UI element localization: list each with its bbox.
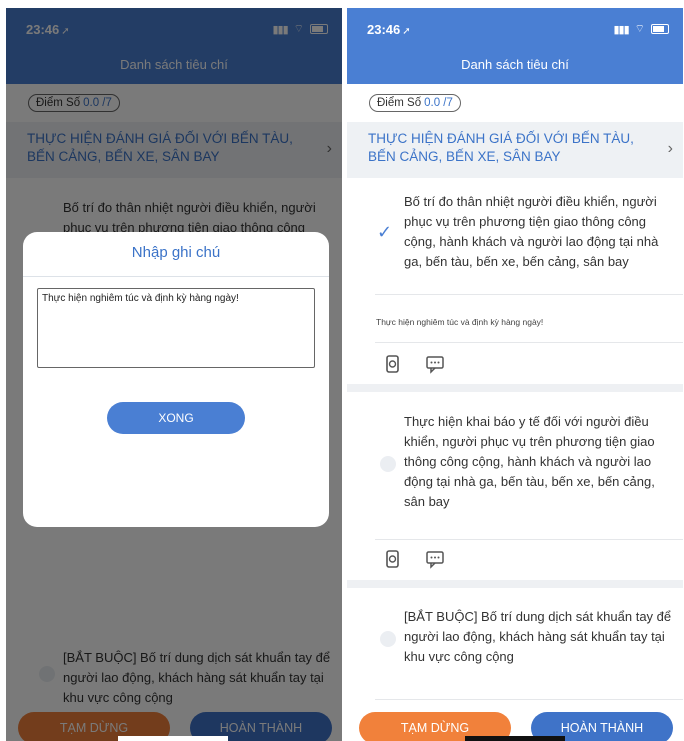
criteria-text: Thực hiện khai báo y tế đối với người đi… bbox=[404, 414, 655, 509]
criteria-text: [BẮT BUỘC] Bố trí dung dịch sát khuẩn ta… bbox=[404, 609, 672, 664]
item-separator bbox=[347, 580, 683, 588]
status-time: 23:46➚ bbox=[367, 22, 411, 37]
divider bbox=[375, 699, 683, 700]
home-indicator bbox=[465, 736, 565, 741]
criteria-radio[interactable] bbox=[380, 456, 396, 472]
divider bbox=[375, 539, 683, 540]
location-arrow-icon: ➚ bbox=[402, 26, 411, 37]
page-title: Danh sách tiêu chí bbox=[347, 50, 683, 84]
divider bbox=[375, 294, 683, 295]
note-dialog: Nhập ghi chú XONG bbox=[23, 232, 329, 527]
phone-camera-icon[interactable] bbox=[383, 354, 403, 374]
checkmark-icon[interactable]: ✓ bbox=[377, 222, 392, 243]
criteria-item: [BẮT BUỘC] Bố trí dung dịch sát khuẩn ta… bbox=[347, 599, 683, 689]
criteria-radio[interactable] bbox=[380, 631, 396, 647]
home-indicator bbox=[118, 736, 228, 741]
item-separator bbox=[347, 384, 683, 392]
wifi-icon: ⌔ bbox=[634, 23, 645, 35]
phone-screen-list: 23:46 ➚ ▮▮▮ ⌔ Danh sách tiêu chí Điểm Số 0… bbox=[347, 8, 683, 741]
phone-camera-icon[interactable] bbox=[383, 549, 403, 569]
dialog-title: Nhập ghi chú bbox=[131, 244, 221, 261]
signal-icon: ▮▮▮ bbox=[613, 23, 629, 36]
section-header[interactable]: THỰC HIỆN ĐÁNH GIÁ ĐỐI VỚI BẾN TÀU, BẾN … bbox=[347, 122, 683, 178]
criteria-item: Thực hiện khai báo y tế đối với người đi… bbox=[347, 404, 683, 534]
score-badge: Điểm Số0.0 /7 bbox=[369, 94, 461, 112]
criteria-item: ✓ Bố trí đo thân nhiệt người điều khiển,… bbox=[347, 188, 683, 298]
divider bbox=[375, 342, 683, 343]
battery-icon bbox=[651, 24, 669, 34]
item-tools bbox=[383, 354, 445, 374]
dialog-divider bbox=[23, 276, 329, 277]
section-title: THỰC HIỆN ĐÁNH GIÁ ĐỐI VỚI BẾN TÀU, BẾN … bbox=[368, 131, 634, 164]
note-input[interactable] bbox=[37, 288, 315, 368]
chevron-right-icon: › bbox=[667, 140, 673, 157]
comment-icon[interactable] bbox=[425, 354, 445, 374]
criteria-text: Bố trí đo thân nhiệt người điều khiển, n… bbox=[404, 194, 659, 269]
confirm-button[interactable]: XONG bbox=[107, 402, 245, 434]
phone-screen-with-dialog: 23:46➚ ▮▮▮ ⌔ Danh sách tiêu chí Điểm Số0… bbox=[6, 8, 342, 741]
comment-icon[interactable] bbox=[425, 549, 445, 569]
item-tools bbox=[383, 549, 445, 569]
status-bar: 23:46➚ ▮▮▮ ⌔ bbox=[347, 8, 683, 50]
item-note: Thực hiện nghiêm túc và định kỳ hàng ngà… bbox=[376, 317, 544, 327]
